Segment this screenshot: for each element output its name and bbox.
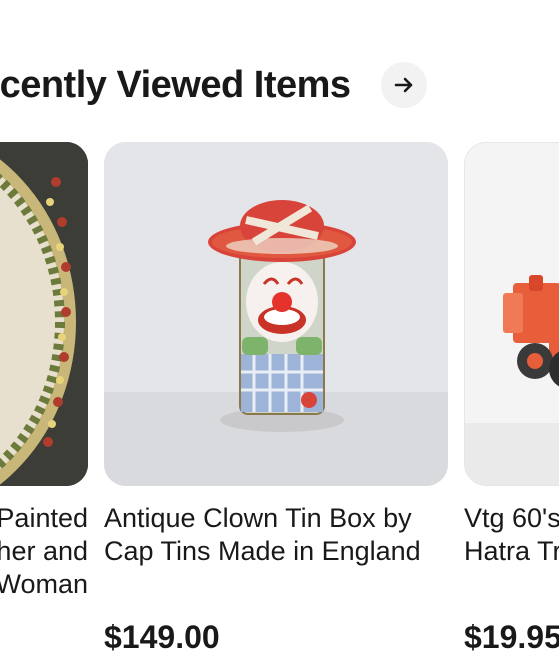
section-title: Recently Viewed Items (0, 63, 351, 106)
item-image[interactable] (464, 142, 559, 486)
item-title[interactable]: Antique Hand Painted Porcelain Plate Mot… (0, 502, 88, 601)
item-title[interactable]: Antique Clown Tin Box by Cap Tins Made i… (104, 502, 448, 601)
plate-image (0, 142, 88, 486)
item-title[interactable]: Vtg 60's Lesney Matchbox Hatra Tractor (464, 502, 559, 601)
see-all-button[interactable] (380, 62, 427, 108)
section-header: Recently Viewed Items (0, 62, 427, 108)
recently-viewed-module: Recently Viewed Items (0, 0, 559, 664)
item-card[interactable]: Antique Hand Painted Porcelain Plate Mot… (0, 142, 88, 619)
item-card[interactable]: Vtg 60's Lesney Matchbox Hatra Tractor $… (464, 142, 559, 656)
tractor-image (465, 143, 559, 485)
clown-tin-image (104, 142, 448, 486)
arrow-right-icon (394, 77, 412, 93)
item-price: $19.95 (464, 619, 559, 655)
item-carousel: Antique Hand Painted Porcelain Plate Mot… (0, 142, 559, 664)
item-price: $149.00 (104, 619, 220, 655)
item-image[interactable] (104, 142, 448, 486)
item-image[interactable] (0, 142, 88, 486)
item-card[interactable]: Antique Clown Tin Box by Cap Tins Made i… (104, 142, 448, 656)
